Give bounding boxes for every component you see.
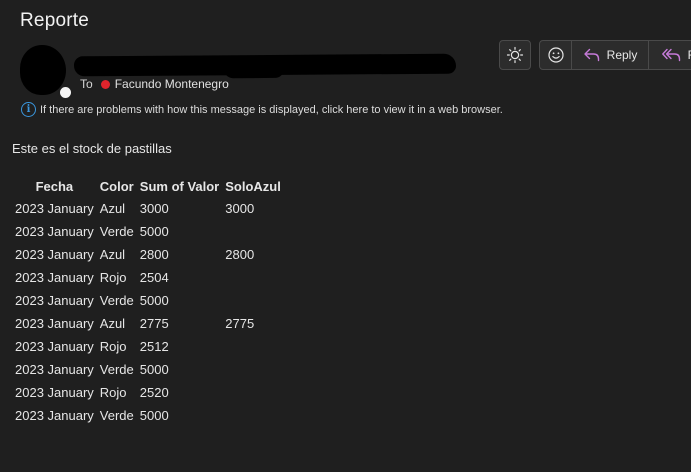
table-header-row: Fecha Color Sum of Valor SoloAzul: [12, 175, 284, 197]
cell-fecha: 2023 January: [15, 224, 94, 239]
reply-all-button[interactable]: R: [649, 41, 691, 69]
cell-fecha: 2023 January: [15, 293, 94, 308]
cell-sum-of-valor: 2512: [139, 339, 169, 354]
table-row: 2023 January Verde 5000: [12, 404, 284, 427]
cell-color: Azul: [99, 247, 126, 262]
cell-sum-of-valor: 2520: [139, 385, 169, 400]
cell-fecha: 2023 January: [15, 247, 94, 262]
cell-fecha: 2023 January: [15, 362, 94, 377]
cell-fecha: 2023 January: [15, 270, 94, 285]
reply-arrow-icon: [583, 48, 599, 62]
info-icon: i: [21, 102, 36, 117]
cell-sum-of-valor: 2800: [139, 247, 169, 262]
message-subject: Reporte: [20, 10, 89, 31]
table-row: 2023 January Rojo 2512: [12, 335, 284, 358]
reaction-button[interactable]: [540, 41, 572, 69]
recipients-row: To Facundo Montenegro: [80, 77, 229, 91]
cell-fecha: 2023 January: [15, 385, 94, 400]
column-header-soloazul: SoloAzul: [225, 178, 281, 194]
message-actions-toolbar: Reply R: [499, 40, 691, 70]
infobar-text[interactable]: If there are problems with how this mess…: [40, 104, 503, 116]
table-row: 2023 January Verde 5000: [12, 289, 284, 312]
cell-soloazul: [222, 220, 284, 243]
table-row: 2023 January Azul 3000 3000: [12, 197, 284, 220]
message-body-intro: Este es el stock de pastillas: [12, 141, 172, 156]
avatar[interactable]: [20, 45, 73, 100]
cell-soloazul: [222, 266, 284, 289]
email-reading-pane: Reporte To Facundo Montenegro i If there…: [0, 0, 691, 472]
table-row: 2023 January Azul 2775 2775: [12, 312, 284, 335]
stock-table: Fecha Color Sum of Valor SoloAzul 2023 J…: [12, 175, 284, 427]
table-row: 2023 January Verde 5000: [12, 358, 284, 381]
cell-soloazul: [222, 381, 284, 404]
to-label: To: [80, 77, 93, 91]
reply-actions-group: Reply R: [539, 40, 691, 70]
cell-fecha: 2023 January: [15, 316, 94, 331]
table-row: 2023 January Azul 2800 2800: [12, 243, 284, 266]
cell-sum-of-valor: 2504: [139, 270, 169, 285]
sender-name-redacted: [73, 53, 457, 77]
reply-label: Reply: [606, 48, 638, 62]
cell-soloazul: 3000: [225, 201, 255, 216]
cell-color: Azul: [99, 201, 126, 216]
cell-sum-of-valor: 5000: [139, 362, 169, 377]
column-header-fecha: Fecha: [35, 178, 74, 194]
cell-sum-of-valor: 5000: [139, 224, 169, 239]
cell-color: Verde: [99, 293, 134, 308]
cell-fecha: 2023 January: [15, 201, 94, 216]
sun-icon: [506, 46, 524, 64]
cell-color: Verde: [99, 362, 134, 377]
recipient-name[interactable]: Facundo Montenegro: [115, 77, 229, 91]
reply-button[interactable]: Reply: [572, 41, 649, 69]
theme-toggle-button[interactable]: [499, 40, 531, 70]
cell-soloazul: 2775: [225, 316, 255, 331]
display-problem-infobar[interactable]: i If there are problems with how this me…: [21, 102, 503, 117]
recipient-presence-dot: [100, 79, 110, 89]
column-header-color: Color: [99, 178, 134, 194]
cell-soloazul: [222, 404, 284, 427]
reply-all-label: R: [688, 48, 691, 62]
cell-soloazul: 2800: [225, 247, 255, 262]
cell-color: Verde: [99, 224, 134, 239]
cell-color: Rojo: [99, 339, 127, 354]
cell-sum-of-valor: 2775: [139, 316, 169, 331]
cell-fecha: 2023 January: [15, 339, 94, 354]
table-row: 2023 January Rojo 2520: [12, 381, 284, 404]
cell-sum-of-valor: 5000: [139, 408, 169, 423]
table-row: 2023 January Verde 5000: [12, 220, 284, 243]
cell-color: Verde: [99, 408, 134, 423]
cell-soloazul: [222, 335, 284, 358]
cell-sum-of-valor: 5000: [139, 293, 169, 308]
cell-soloazul: [222, 358, 284, 381]
column-header-sum-of-valor: Sum of Valor: [139, 178, 220, 194]
cell-color: Rojo: [99, 385, 127, 400]
table-row: 2023 January Rojo 2504: [12, 266, 284, 289]
smiley-icon: [547, 47, 564, 63]
cell-color: Azul: [99, 316, 126, 331]
cell-soloazul: [222, 289, 284, 312]
reply-all-arrow-icon: [661, 48, 680, 62]
cell-color: Rojo: [99, 270, 127, 285]
cell-sum-of-valor: 3000: [139, 201, 169, 216]
cell-fecha: 2023 January: [15, 408, 94, 423]
presence-status-dot: [58, 85, 73, 100]
